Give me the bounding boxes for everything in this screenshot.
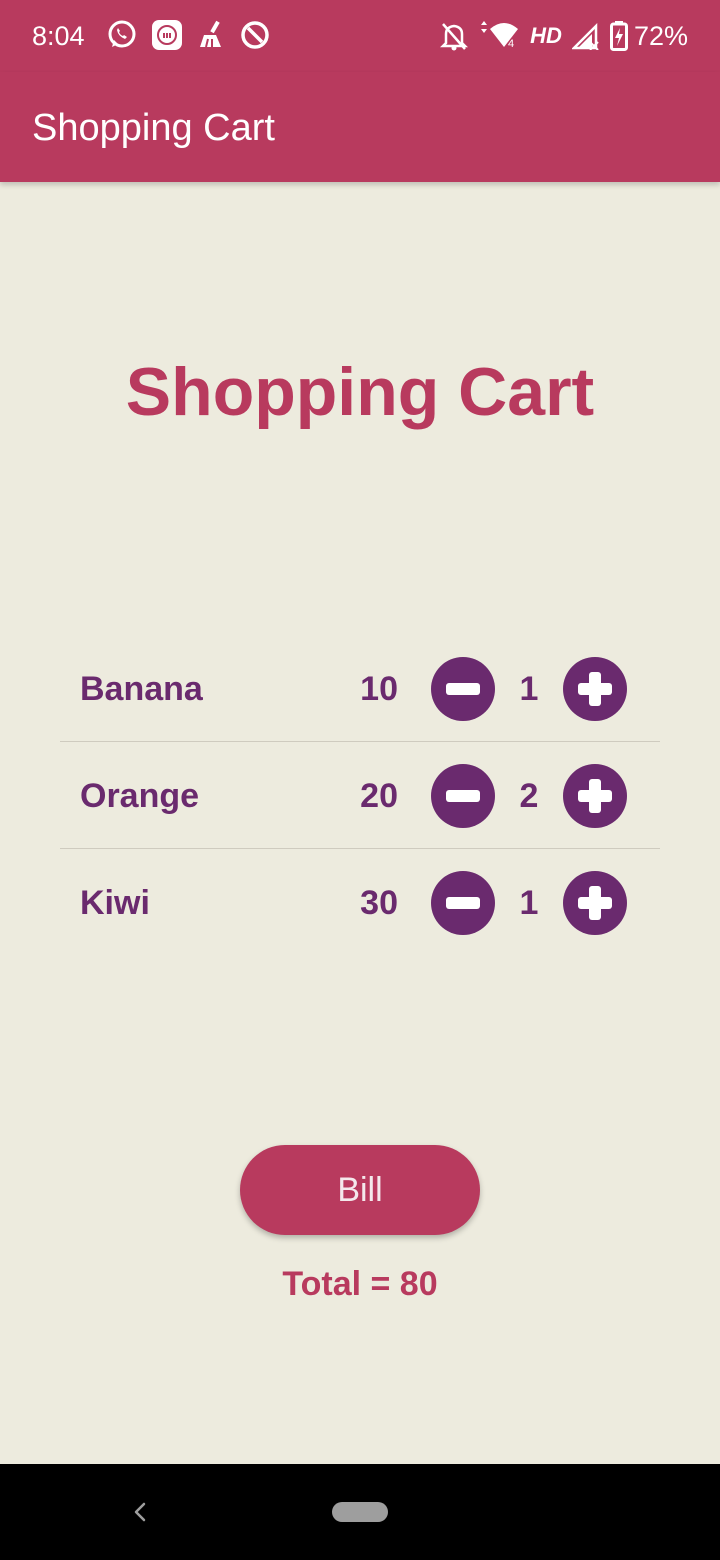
product-price: 20 (360, 777, 398, 815)
network-label: HD (530, 23, 562, 48)
product-row-kiwi: Kiwi 30 1 (60, 849, 660, 955)
status-time: 8:04 (32, 21, 85, 51)
plus-icon (578, 886, 612, 920)
product-row-orange: Orange 20 2 (60, 742, 660, 849)
product-quantity: 1 (519, 884, 539, 922)
product-name: Kiwi (80, 884, 150, 922)
battery-charging-icon (609, 21, 628, 51)
minus-icon (446, 790, 480, 802)
status-right-icons: 4 HD 72% (440, 18, 688, 54)
increase-quantity-button[interactable] (563, 764, 627, 828)
plus-icon (578, 672, 612, 706)
plus-icon (578, 779, 612, 813)
cleaner-icon (195, 19, 227, 51)
product-row-banana: Banana 10 1 (60, 635, 660, 742)
mi-icon (151, 19, 183, 51)
home-pill-icon[interactable] (332, 1502, 388, 1522)
svg-text:4: 4 (508, 38, 514, 50)
navigation-bar (0, 1464, 720, 1560)
back-icon[interactable] (126, 1498, 154, 1526)
product-name: Banana (80, 670, 203, 708)
product-list: Banana 10 1 Orange 20 2 Kiwi 30 1 (60, 635, 660, 955)
page-heading: Shopping Cart (125, 354, 595, 430)
data-saver-icon (239, 19, 271, 51)
app-bar: Shopping Cart (0, 72, 720, 182)
product-price: 10 (360, 670, 398, 708)
product-price: 30 (360, 884, 398, 922)
battery-level: 72% (633, 21, 688, 51)
total-amount: Total = 80 (282, 1265, 438, 1303)
decrease-quantity-button[interactable] (431, 764, 495, 828)
product-name: Orange (80, 777, 200, 815)
signal-icon (571, 22, 600, 50)
product-quantity: 1 (519, 670, 539, 708)
increase-quantity-button[interactable] (563, 871, 627, 935)
wifi-icon: 4 (478, 21, 520, 51)
notifications-off-icon (440, 21, 469, 51)
increase-quantity-button[interactable] (563, 657, 627, 721)
app-bar-title: Shopping Cart (32, 107, 275, 149)
product-quantity: 2 (519, 777, 539, 815)
decrease-quantity-button[interactable] (431, 657, 495, 721)
status-left-icons (105, 18, 271, 52)
status-bar: 8:04 4 HD 72% (0, 0, 720, 72)
decrease-quantity-button[interactable] (431, 871, 495, 935)
whatsapp-icon (105, 18, 139, 52)
bill-button[interactable]: Bill (240, 1145, 480, 1235)
minus-icon (446, 897, 480, 909)
minus-icon (446, 683, 480, 695)
